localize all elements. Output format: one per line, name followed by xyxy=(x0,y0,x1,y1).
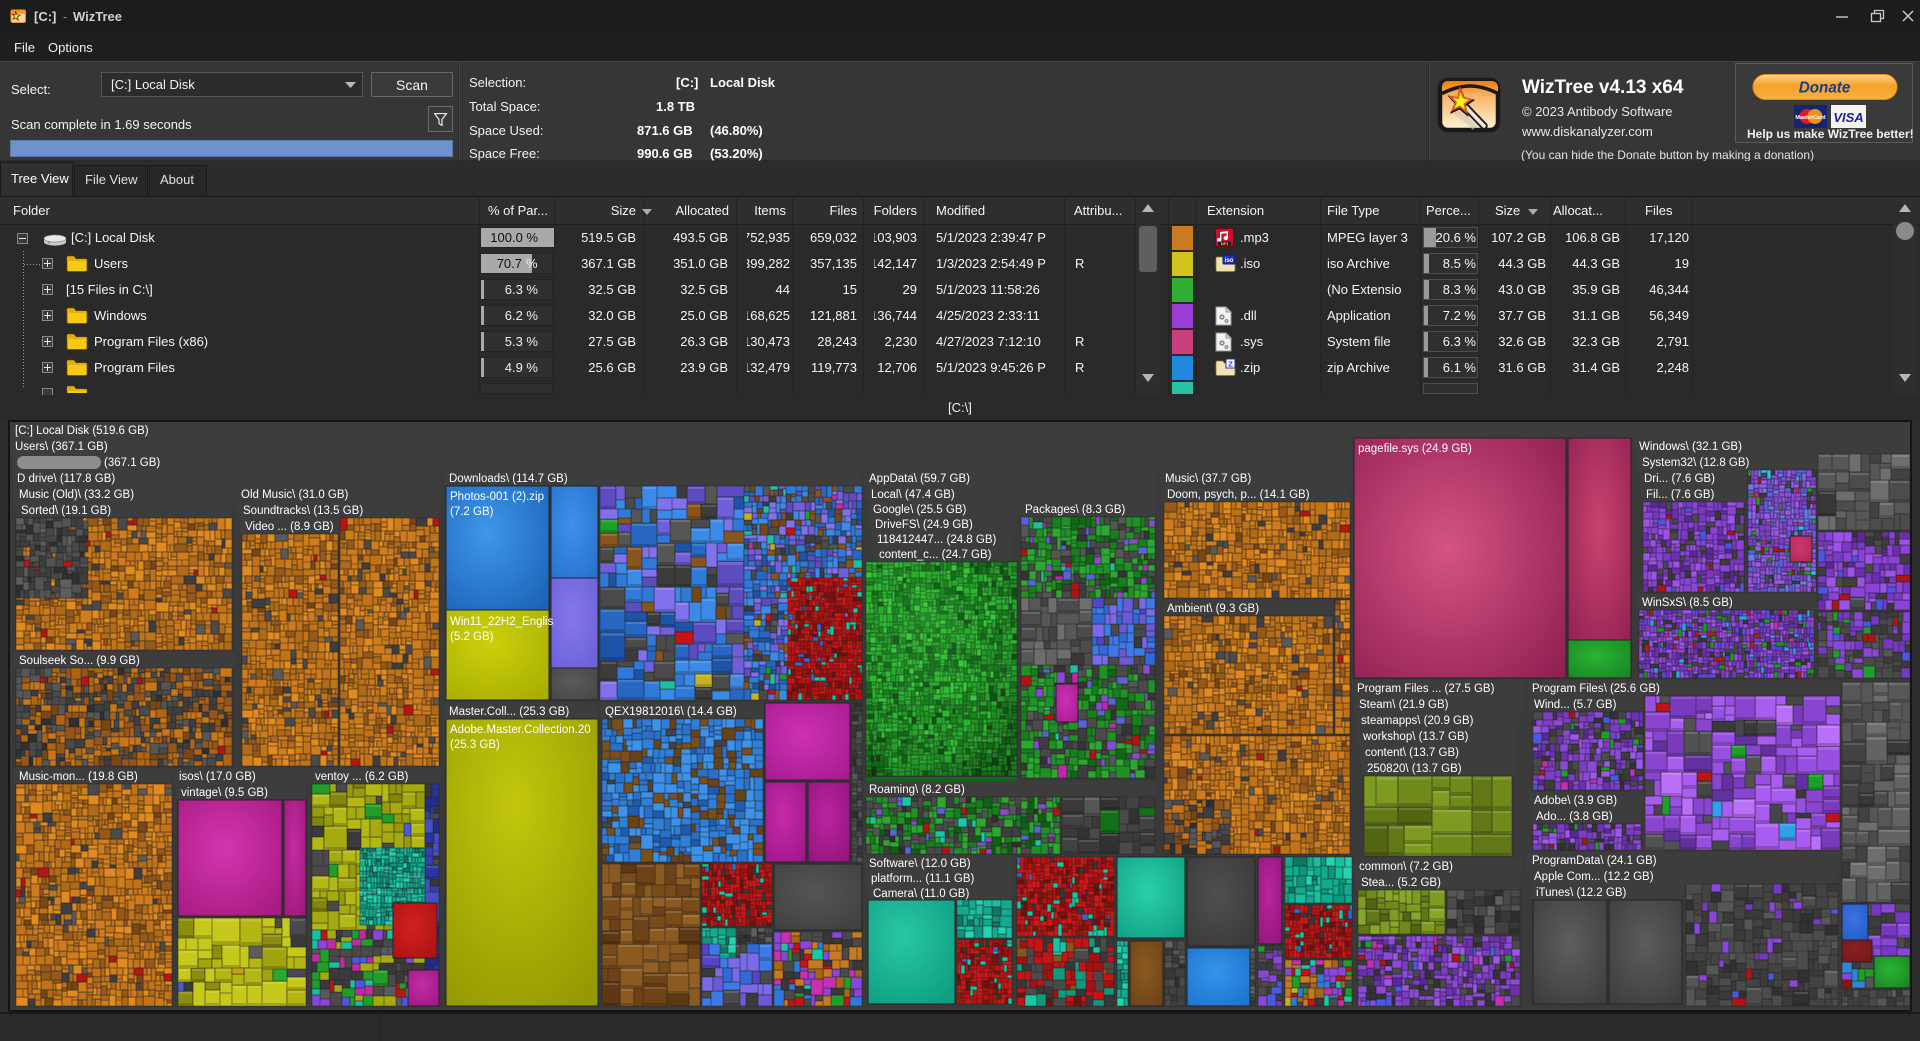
svg-text:workshop\ (13.7 GB): workshop\ (13.7 GB) xyxy=(1362,731,1469,743)
svg-text:content_c... (24.7 GB): content_c... (24.7 GB) xyxy=(879,549,992,561)
svg-text:Downloads\ (114.7 GB): Downloads\ (114.7 GB) xyxy=(449,473,568,485)
svg-text:Steam\ (21.9 GB): Steam\ (21.9 GB) xyxy=(1359,699,1449,711)
svg-text:(7.2 GB): (7.2 GB) xyxy=(450,506,494,518)
svg-text:Music\ (37.7 GB): Music\ (37.7 GB) xyxy=(1165,473,1251,485)
svg-text:vintage\ (9.5 GB): vintage\ (9.5 GB) xyxy=(181,787,268,799)
svg-text:Doom, psych, p... (14.1 GB): Doom, psych, p... (14.1 GB) xyxy=(1167,489,1310,501)
svg-text:Music (Old)\ (33.2 GB): Music (Old)\ (33.2 GB) xyxy=(19,489,134,501)
svg-text:DriveFS\ (24.9 GB): DriveFS\ (24.9 GB) xyxy=(875,519,973,531)
svg-text:Program Files\ (25.6 GB): Program Files\ (25.6 GB) xyxy=(1532,683,1660,695)
svg-text:Google\ (25.5 GB): Google\ (25.5 GB) xyxy=(873,504,966,516)
svg-text:[C:] Local Disk (519.6 GB): [C:] Local Disk (519.6 GB) xyxy=(15,425,149,437)
svg-text:Master.Coll... (25.3 GB): Master.Coll... (25.3 GB) xyxy=(449,706,569,718)
svg-text:118412447... (24.8 GB): 118412447... (24.8 GB) xyxy=(877,534,997,546)
svg-text:Sorted\ (19.1 GB): Sorted\ (19.1 GB) xyxy=(21,505,111,517)
svg-text:Software\ (12.0 GB): Software\ (12.0 GB) xyxy=(869,858,971,870)
svg-text:Wind... (5.7 GB): Wind... (5.7 GB) xyxy=(1534,699,1617,711)
svg-text:steamapps\ (20.9 GB): steamapps\ (20.9 GB) xyxy=(1361,715,1474,727)
svg-text:Ambient\ (9.3 GB): Ambient\ (9.3 GB) xyxy=(1167,603,1259,615)
svg-text:ventoy ... (6.2 GB): ventoy ... (6.2 GB) xyxy=(315,771,408,783)
svg-text:(25.3 GB): (25.3 GB) xyxy=(450,739,500,751)
svg-text:iTunes\ (12.2 GB): iTunes\ (12.2 GB) xyxy=(1536,887,1627,899)
svg-text:Win11_22H2_Englis: Win11_22H2_Englis xyxy=(450,616,554,628)
svg-text:Dri... (7.6 GB): Dri... (7.6 GB) xyxy=(1644,473,1715,485)
svg-text:(5.2 GB): (5.2 GB) xyxy=(450,631,494,643)
svg-text:Local\ (47.4 GB): Local\ (47.4 GB) xyxy=(871,489,955,501)
svg-text:Ado... (3.8 GB): Ado... (3.8 GB) xyxy=(1536,811,1613,823)
svg-text:System32\ (12.8 GB): System32\ (12.8 GB) xyxy=(1642,457,1750,469)
svg-text:Music-mon... (19.8 GB): Music-mon... (19.8 GB) xyxy=(19,771,138,783)
svg-text:isos\ (17.0 GB): isos\ (17.0 GB) xyxy=(179,771,256,783)
svg-text:(367.1 GB): (367.1 GB) xyxy=(104,457,160,469)
svg-text:Roaming\ (8.2 GB): Roaming\ (8.2 GB) xyxy=(869,784,965,796)
svg-text:common\ (7.2 GB): common\ (7.2 GB) xyxy=(1359,861,1453,873)
svg-text:Old Music\ (31.0 GB): Old Music\ (31.0 GB) xyxy=(241,489,349,501)
svg-text:pagefile.sys (24.9 GB): pagefile.sys (24.9 GB) xyxy=(1358,443,1472,455)
svg-text:Program Files ... (27.5 GB): Program Files ... (27.5 GB) xyxy=(1357,683,1495,695)
svg-text:Fil... (7.6 GB): Fil... (7.6 GB) xyxy=(1646,489,1715,501)
svg-text:D drive\ (117.8 GB): D drive\ (117.8 GB) xyxy=(17,473,115,485)
svg-text:Adobe\ (3.9 GB): Adobe\ (3.9 GB) xyxy=(1534,795,1617,807)
svg-text:Photos-001 (2).zip: Photos-001 (2).zip xyxy=(450,491,544,503)
svg-text:platform... (11.1 GB): platform... (11.1 GB) xyxy=(871,873,974,885)
svg-text:Apple Com... (12.2 GB): Apple Com... (12.2 GB) xyxy=(1534,871,1654,883)
svg-text:WinSxS\ (8.5 GB): WinSxS\ (8.5 GB) xyxy=(1642,597,1733,609)
svg-text:Stea... (5.2 GB): Stea... (5.2 GB) xyxy=(1361,877,1441,889)
svg-text:250820\ (13.7 GB): 250820\ (13.7 GB) xyxy=(1367,763,1462,775)
svg-text:Adobe.Master.Collection.20: Adobe.Master.Collection.20 xyxy=(450,724,591,736)
svg-text:Camera\ (11.0 GB): Camera\ (11.0 GB) xyxy=(873,888,969,900)
svg-text:Soundtracks\ (13.5 GB): Soundtracks\ (13.5 GB) xyxy=(243,505,363,517)
svg-text:Users\ (367.1 GB): Users\ (367.1 GB) xyxy=(15,441,108,453)
svg-text:Packages\ (8.3 GB): Packages\ (8.3 GB) xyxy=(1025,504,1126,516)
svg-text:Soulseek So... (9.9 GB): Soulseek So... (9.9 GB) xyxy=(19,655,140,667)
svg-text:Video ... (8.9 GB): Video ... (8.9 GB) xyxy=(245,521,334,533)
svg-text:Windows\ (32.1 GB): Windows\ (32.1 GB) xyxy=(1639,441,1742,453)
svg-text:AppData\ (59.7 GB): AppData\ (59.7 GB) xyxy=(869,473,970,485)
svg-text:content\ (13.7 GB): content\ (13.7 GB) xyxy=(1365,747,1459,759)
svg-text:QEX19812016\ (14.4 GB): QEX19812016\ (14.4 GB) xyxy=(605,706,737,718)
svg-text:ProgramData\ (24.1 GB): ProgramData\ (24.1 GB) xyxy=(1532,855,1657,867)
